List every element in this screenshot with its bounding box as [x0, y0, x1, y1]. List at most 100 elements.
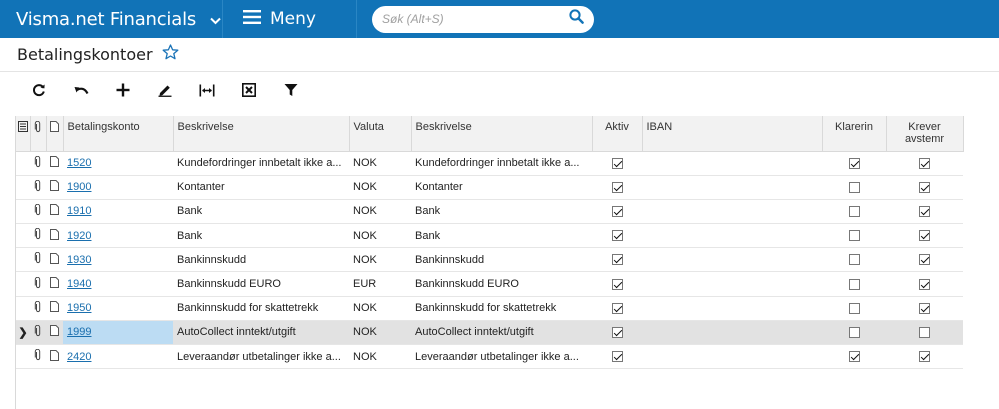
- search-input[interactable]: [382, 12, 569, 26]
- table-row[interactable]: ❯ 1999 AutoCollect inntekt/utgift NOK AutoCo…: [16, 320, 963, 346]
- cell-description-2[interactable]: Kundefordringer innbetalt ikke a...: [411, 151, 592, 176]
- table-row[interactable]: 1900 Kontanter NOK Kontanter: [16, 175, 963, 200]
- row-attachment[interactable]: [30, 271, 46, 297]
- row-attachment[interactable]: [30, 320, 46, 346]
- cell-description-2[interactable]: Kontanter: [411, 175, 592, 200]
- reconcile-checkbox[interactable]: [919, 230, 930, 242]
- table-row[interactable]: 1520 Kundefordringer innbetalt ikke a... N…: [16, 151, 963, 176]
- cell-description[interactable]: Bankinnskudd EURO: [173, 271, 349, 297]
- reconcile-checkbox[interactable]: [919, 302, 930, 314]
- note-header[interactable]: [46, 116, 64, 152]
- cell-description[interactable]: AutoCollect inntekt/utgift: [173, 320, 349, 346]
- clears-checkbox[interactable]: [848, 254, 860, 266]
- clears-checkbox[interactable]: [848, 157, 860, 169]
- account-link[interactable]: 1999: [67, 326, 91, 338]
- row-note[interactable]: [46, 247, 63, 273]
- row-note[interactable]: [46, 151, 63, 176]
- table-row[interactable]: 1950 Bankinnskudd for skattetrekk NOK Banki…: [16, 296, 963, 321]
- row-attachment[interactable]: [30, 175, 46, 200]
- edit-button[interactable]: [144, 78, 186, 108]
- add-button[interactable]: [102, 78, 144, 108]
- active-checkbox[interactable]: [611, 181, 623, 193]
- row-attachment[interactable]: [30, 151, 46, 176]
- company-switcher[interactable]: Visma.net Financials: [0, 0, 223, 38]
- cell-description[interactable]: Kontanter: [173, 175, 349, 200]
- cell-iban[interactable]: [642, 271, 822, 297]
- active-checkbox[interactable]: [611, 157, 623, 169]
- reconcile-checkbox[interactable]: [919, 254, 930, 266]
- col-header-currency[interactable]: Valuta: [349, 116, 412, 152]
- row-indicator[interactable]: [16, 175, 30, 200]
- row-indicator[interactable]: [16, 199, 30, 225]
- account-link[interactable]: 2420: [67, 351, 91, 363]
- cell-description-2[interactable]: Bank: [411, 199, 592, 225]
- row-indicator[interactable]: [16, 247, 30, 273]
- active-checkbox[interactable]: [611, 254, 623, 266]
- cell-description[interactable]: Bank: [173, 223, 349, 249]
- row-indicator[interactable]: [16, 271, 30, 297]
- row-indicator[interactable]: [16, 296, 30, 321]
- col-header-active[interactable]: Aktiv: [592, 116, 643, 152]
- cell-currency[interactable]: NOK: [349, 344, 411, 370]
- row-indicator[interactable]: ❯: [16, 320, 30, 346]
- cell-iban[interactable]: [642, 247, 822, 273]
- reconcile-checkbox[interactable]: [919, 327, 930, 338]
- cell-description[interactable]: Leveraandør utbetalinger ikke a...: [173, 344, 349, 370]
- col-header-description[interactable]: Beskrivelse: [173, 116, 350, 152]
- clears-checkbox[interactable]: [848, 181, 860, 193]
- col-header-reconcile[interactable]: Krever avstemr: [886, 116, 964, 152]
- active-checkbox[interactable]: [611, 302, 623, 314]
- account-link[interactable]: 1520: [67, 157, 91, 169]
- row-attachment[interactable]: [30, 199, 46, 225]
- undo-button[interactable]: [60, 78, 102, 108]
- cell-iban[interactable]: [642, 199, 822, 225]
- table-row[interactable]: 1910 Bank NOK Bank: [16, 199, 963, 225]
- clears-checkbox[interactable]: [848, 351, 860, 363]
- account-link[interactable]: 1910: [67, 205, 91, 217]
- cell-description-2[interactable]: Bankinnskudd: [411, 247, 592, 273]
- menu-button[interactable]: Meny: [223, 0, 357, 38]
- cell-iban[interactable]: [642, 296, 822, 321]
- row-selector-header[interactable]: [16, 116, 31, 152]
- clears-checkbox[interactable]: [848, 230, 860, 242]
- row-attachment[interactable]: [30, 247, 46, 273]
- filter-button[interactable]: [270, 78, 312, 108]
- export-excel-button[interactable]: [228, 78, 270, 108]
- cell-description-2[interactable]: Leveraandør utbetalinger ikke a...: [411, 344, 592, 370]
- cell-currency[interactable]: NOK: [349, 175, 411, 200]
- row-note[interactable]: [46, 199, 63, 225]
- cell-currency[interactable]: NOK: [349, 296, 411, 321]
- cell-description[interactable]: Bank: [173, 199, 349, 225]
- clears-checkbox[interactable]: [848, 206, 860, 218]
- cell-currency[interactable]: NOK: [349, 199, 411, 225]
- active-checkbox[interactable]: [611, 278, 623, 290]
- table-row[interactable]: 1940 Bankinnskudd EURO EUR Bankinnskudd EUR…: [16, 271, 963, 297]
- favorite-star-icon[interactable]: [162, 44, 179, 65]
- account-link[interactable]: 1900: [67, 181, 91, 193]
- row-note[interactable]: [46, 320, 63, 346]
- col-header-description-2[interactable]: Beskrivelse: [411, 116, 593, 152]
- cell-description-2[interactable]: Bank: [411, 223, 592, 249]
- account-link[interactable]: 1920: [67, 230, 91, 242]
- col-header-clears[interactable]: Klarerin: [822, 116, 887, 152]
- reconcile-checkbox[interactable]: [919, 278, 930, 290]
- reconcile-checkbox[interactable]: [919, 157, 930, 169]
- active-checkbox[interactable]: [611, 327, 623, 338]
- clears-checkbox[interactable]: [848, 278, 860, 290]
- account-link[interactable]: 1930: [67, 254, 91, 266]
- row-note[interactable]: [46, 223, 63, 249]
- row-attachment[interactable]: [30, 344, 46, 370]
- cell-description[interactable]: Bankinnskudd: [173, 247, 349, 273]
- row-note[interactable]: [46, 344, 63, 370]
- table-row[interactable]: 1920 Bank NOK Bank: [16, 223, 963, 249]
- row-attachment[interactable]: [30, 223, 46, 249]
- row-indicator[interactable]: [16, 223, 30, 249]
- reconcile-checkbox[interactable]: [919, 181, 930, 193]
- cell-iban[interactable]: [642, 320, 822, 346]
- search-icon[interactable]: [569, 9, 584, 29]
- cell-iban[interactable]: [642, 344, 822, 370]
- clears-checkbox[interactable]: [848, 302, 860, 314]
- reconcile-checkbox[interactable]: [919, 206, 930, 218]
- cell-iban[interactable]: [642, 223, 822, 249]
- cell-currency[interactable]: NOK: [349, 223, 411, 249]
